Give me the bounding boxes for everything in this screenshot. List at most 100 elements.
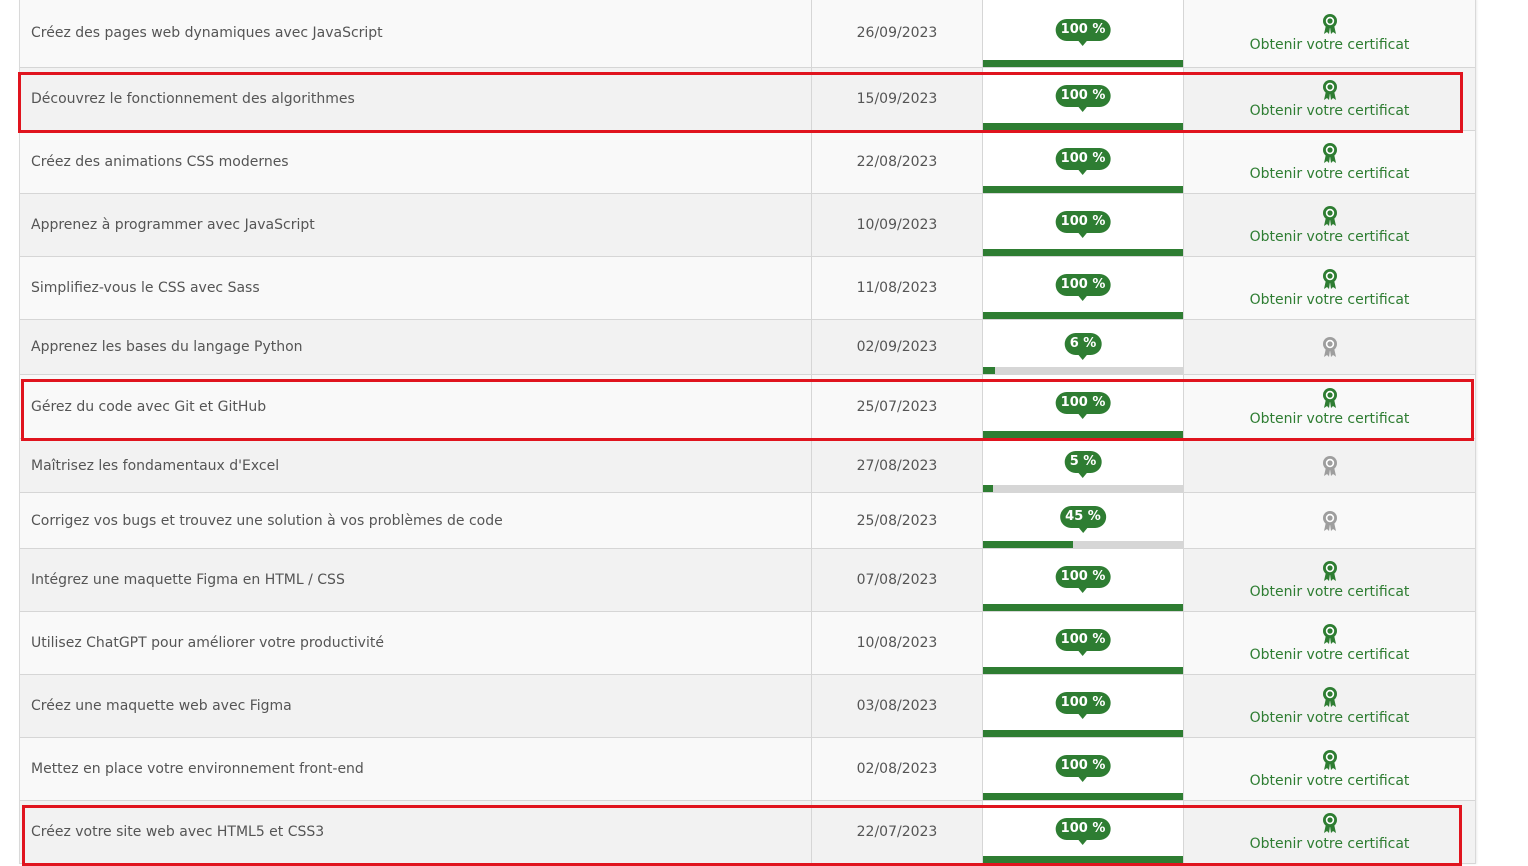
progress-bar-fill [983, 730, 1183, 737]
table-row: Créez des pages web dynamiques avec Java… [20, 0, 1475, 68]
course-title[interactable]: Créez des animations CSS modernes [20, 131, 812, 193]
progress-bar-fill [983, 485, 993, 492]
course-title[interactable]: Créez votre site web avec HTML5 et CSS3 [20, 801, 812, 863]
get-certificate-link[interactable]: Obtenir votre certificat [1250, 37, 1410, 53]
course-title[interactable]: Créez une maquette web avec Figma [20, 675, 812, 737]
progress-cell: 45 % [983, 493, 1184, 548]
course-title[interactable]: Apprenez à programmer avec JavaScript [20, 194, 812, 256]
course-date: 15/09/2023 [812, 68, 983, 130]
course-title[interactable]: Mettez en place votre environnement fron… [20, 738, 812, 800]
award-icon [1322, 387, 1338, 409]
course-date: 22/07/2023 [812, 801, 983, 863]
course-date: 10/09/2023 [812, 194, 983, 256]
award-icon [1322, 812, 1338, 834]
get-certificate-link[interactable]: Obtenir votre certificat [1250, 229, 1410, 245]
course-title[interactable]: Corrigez vos bugs et trouvez une solutio… [20, 493, 812, 548]
get-certificate-link[interactable]: Obtenir votre certificat [1250, 773, 1410, 789]
certificate-cell: Obtenir votre certificat [1184, 738, 1475, 800]
course-date: 26/09/2023 [812, 0, 983, 67]
certificate-cell: Obtenir votre certificat [1184, 801, 1475, 863]
award-icon-gray [1322, 510, 1338, 532]
get-certificate-link[interactable]: Obtenir votre certificat [1250, 647, 1410, 663]
table-row: Mettez en place votre environnement fron… [20, 738, 1475, 801]
award-icon [1322, 268, 1338, 290]
table-row: Simplifiez-vous le CSS avec Sass 11/08/20… [20, 257, 1475, 320]
get-certificate-link[interactable]: Obtenir votre certificat [1250, 710, 1410, 726]
course-title[interactable]: Intégrez une maquette Figma en HTML / CS… [20, 549, 812, 611]
table-row: Intégrez une maquette Figma en HTML / CS… [20, 549, 1475, 612]
progress-bar [983, 186, 1183, 193]
certificate-cell: Obtenir votre certificat [1184, 257, 1475, 319]
certificate-cell: Obtenir votre certificat [1184, 194, 1475, 256]
award-icon [1322, 749, 1338, 771]
course-title[interactable]: Utilisez ChatGPT pour améliorer votre pr… [20, 612, 812, 674]
progress-cell: 100 % [983, 257, 1184, 319]
courses-table: Créez des pages web dynamiques avec Java… [19, 0, 1476, 864]
course-date: 02/08/2023 [812, 738, 983, 800]
course-date: 11/08/2023 [812, 257, 983, 319]
course-title[interactable]: Gérez du code avec Git et GitHub [20, 375, 812, 438]
award-icon [1322, 13, 1338, 35]
certificate-cell: Obtenir votre certificat [1184, 131, 1475, 193]
progress-badge: 100 % [1055, 628, 1111, 656]
course-date: 03/08/2023 [812, 675, 983, 737]
table-row: Découvrez le fonctionnement des algorith… [20, 68, 1475, 131]
progress-bar [983, 793, 1183, 800]
award-icon-gray [1322, 336, 1338, 358]
progress-cell: 6 % [983, 320, 1184, 374]
get-certificate-link[interactable]: Obtenir votre certificat [1250, 292, 1410, 308]
get-certificate-link[interactable]: Obtenir votre certificat [1250, 584, 1410, 600]
table-row: Maîtrisez les fondamentaux d'Excel 27/08/… [20, 439, 1475, 493]
get-certificate-link[interactable]: Obtenir votre certificat [1250, 836, 1410, 852]
progress-bar [983, 249, 1183, 256]
course-title[interactable]: Créez des pages web dynamiques avec Java… [20, 0, 812, 67]
get-certificate-link[interactable]: Obtenir votre certificat [1250, 411, 1410, 427]
award-icon [1322, 79, 1338, 101]
progress-cell: 100 % [983, 131, 1184, 193]
progress-bar [983, 60, 1183, 67]
course-date: 27/08/2023 [812, 439, 983, 492]
progress-badge: 100 % [1055, 210, 1111, 238]
progress-badge: 100 % [1055, 392, 1111, 419]
progress-cell: 100 % [983, 612, 1184, 674]
progress-bar [983, 431, 1183, 438]
award-icon [1322, 560, 1338, 582]
table-row: Gérez du code avec Git et GitHub 25/07/20… [20, 375, 1475, 439]
table-row: Utilisez ChatGPT pour améliorer votre pr… [20, 612, 1475, 675]
progress-cell: 100 % [983, 194, 1184, 256]
certificate-cell: Obtenir votre certificat [1184, 0, 1475, 67]
progress-bar [983, 604, 1183, 611]
progress-badge: 6 % [1064, 332, 1102, 360]
certificate-cell [1184, 320, 1475, 374]
progress-badge: 100 % [1055, 565, 1111, 593]
progress-bar [983, 123, 1183, 130]
progress-bar-fill [983, 856, 1183, 863]
get-certificate-link[interactable]: Obtenir votre certificat [1250, 166, 1410, 182]
progress-cell: 100 % [983, 801, 1184, 863]
course-title[interactable]: Découvrez le fonctionnement des algorith… [20, 68, 812, 130]
table-row: Apprenez les bases du langage Python 02/0… [20, 320, 1475, 375]
progress-bar [983, 667, 1183, 674]
course-title[interactable]: Simplifiez-vous le CSS avec Sass [20, 257, 812, 319]
certificate-cell: Obtenir votre certificat [1184, 549, 1475, 611]
progress-badge: 100 % [1055, 84, 1111, 112]
progress-cell: 100 % [983, 375, 1184, 438]
get-certificate-link[interactable]: Obtenir votre certificat [1250, 103, 1410, 119]
course-date: 10/08/2023 [812, 612, 983, 674]
progress-badge: 100 % [1055, 691, 1111, 719]
progress-badge: 100 % [1055, 754, 1111, 782]
progress-bar-fill [983, 667, 1183, 674]
award-icon-gray [1322, 455, 1338, 477]
progress-bar-fill [983, 60, 1183, 67]
progress-badge: 100 % [1055, 147, 1111, 175]
table-row: Créez une maquette web avec Figma 03/08/2… [20, 675, 1475, 738]
course-title[interactable]: Apprenez les bases du langage Python [20, 320, 812, 374]
award-icon [1322, 686, 1338, 708]
progress-bar [983, 730, 1183, 737]
progress-bar-fill [983, 186, 1183, 193]
progress-cell: 100 % [983, 0, 1184, 67]
certificate-cell: Obtenir votre certificat [1184, 675, 1475, 737]
certificate-cell [1184, 439, 1475, 492]
course-date: 25/07/2023 [812, 375, 983, 438]
course-title[interactable]: Maîtrisez les fondamentaux d'Excel [20, 439, 812, 492]
